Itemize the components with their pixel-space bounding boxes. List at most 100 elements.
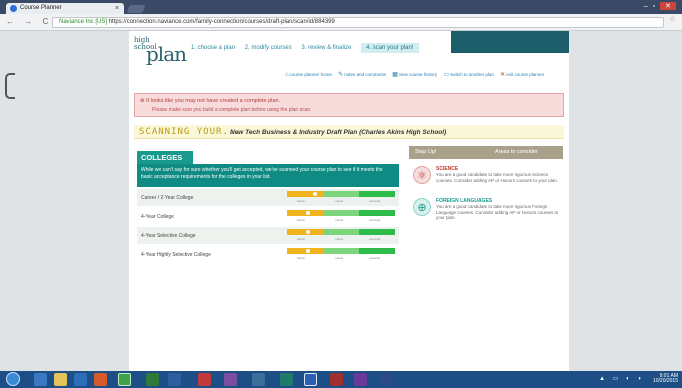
url-input[interactable]: Naviance Inc [US] https://connection.nav… <box>52 17 664 28</box>
college-name: 4-Year Highly Selective College <box>141 252 211 258</box>
scale-below-segment <box>287 210 323 216</box>
ie-taskbar-icon[interactable] <box>34 373 47 386</box>
notes-icon: ✎ <box>338 72 344 78</box>
link-exit[interactable]: ✕exit course planner <box>500 72 544 78</box>
scale-marker <box>306 211 310 215</box>
requirement-scale <box>287 229 395 235</box>
language-item: ⊕ FOREIGN LANGUAGES You are a good candi… <box>409 196 563 226</box>
start-button[interactable] <box>6 372 20 386</box>
planner-links: ⌂course planner home ✎notes and comments… <box>285 71 549 78</box>
requirement-scale <box>287 248 395 254</box>
minimize-icon[interactable]: – <box>644 3 653 10</box>
scale-label-meets: meets <box>335 237 344 241</box>
step-scan[interactable]: 4. scan your plan! <box>361 43 419 53</box>
network-taskbar-icon[interactable] <box>252 373 265 386</box>
scanning-label: SCANNING YOUR... <box>139 127 242 137</box>
alert-title: ⊗ It looks like you may not have created… <box>140 98 281 104</box>
system-tray-icons[interactable]: ▲ ▭ ◐ ◑ <box>599 375 644 382</box>
scale-marker <box>313 192 317 196</box>
outlook-taskbar-icon[interactable] <box>168 373 181 386</box>
step-choose[interactable]: 1. choose a plan <box>191 45 235 51</box>
close-window-icon[interactable]: ✕ <box>660 2 676 10</box>
scale-below-segment <box>287 191 323 197</box>
media-taskbar-icon[interactable] <box>94 373 107 386</box>
window-controls: –▫ ✕ <box>644 2 676 10</box>
scale-below-segment <box>287 248 323 254</box>
tab-close-icon[interactable]: × <box>115 3 119 14</box>
college-name: 4-Year College <box>141 214 174 220</box>
college-name: Career / 2-Year College <box>141 195 194 201</box>
tab-title: Course Planner <box>20 5 62 11</box>
side-bracket <box>5 73 15 99</box>
science-item: ⚛ SCIENCE You are a good candidate to ta… <box>409 164 563 194</box>
college-row: 4-Year Highly Selective College below meet… <box>137 246 399 263</box>
step-up-header: Step Up! Areas to consider <box>409 146 563 159</box>
access-taskbar-icon[interactable] <box>330 373 343 386</box>
nav-buttons[interactable]: ← → C <box>6 17 52 26</box>
folder-taskbar-icon[interactable] <box>54 373 67 386</box>
scale-exceeds-segment <box>359 248 395 254</box>
requirement-scale <box>287 210 395 216</box>
word-taskbar-icon[interactable] <box>304 373 317 386</box>
globe-icon: ⊕ <box>413 198 431 216</box>
scale-label-below: below <box>297 199 305 203</box>
bookmark-star-icon[interactable]: ☆ <box>669 14 676 23</box>
college-row: 4-Year Selective College below meets exceed… <box>137 227 399 244</box>
scale-below-segment <box>287 229 323 235</box>
scale-meets-segment <box>323 191 359 197</box>
scale-label-exceeds: exceeds <box>369 237 381 241</box>
link-notes[interactable]: ✎notes and comments <box>338 72 386 78</box>
browser-tabstrip: Course Planner × –▫ ✕ <box>0 0 682 14</box>
step-review[interactable]: 3. review & finalize <box>301 45 351 51</box>
step-up-label: Step Up! <box>415 149 437 155</box>
home-icon: ⌂ <box>285 72 289 78</box>
scale-marker <box>306 249 310 253</box>
scale-label-below: below <box>297 218 305 222</box>
chrome-taskbar-icon[interactable] <box>118 373 131 386</box>
media-player-taskbar-icon[interactable] <box>280 373 293 386</box>
link-history[interactable]: ▦view course history <box>392 72 437 78</box>
ps-taskbar-icon[interactable] <box>354 373 367 386</box>
history-icon: ▦ <box>392 72 398 78</box>
scale-label-below: below <box>297 237 305 241</box>
favicon-icon <box>10 5 17 12</box>
scale-meets-segment <box>323 248 359 254</box>
excel-taskbar-icon[interactable] <box>146 373 159 386</box>
scanned-plan-name: New Tech Business & Industry Draft Plan … <box>230 129 447 136</box>
scale-label-exceeds: exceeds <box>369 256 381 260</box>
switch-icon: ▭ <box>443 72 450 78</box>
colleges-panel: COLLEGES While we can't say for sure whe… <box>134 151 399 271</box>
clock-date: 10/20/2015 <box>652 378 678 384</box>
taskbar: ▲ ▭ ◐ ◑ 9:01 AM 10/20/2015 <box>0 371 682 388</box>
lock-label: Naviance Inc [US] <box>59 19 108 25</box>
link-switch[interactable]: ▭switch to another plan <box>443 72 493 78</box>
acrobat-taskbar-icon[interactable] <box>198 373 211 386</box>
scale-label-exceeds: exceeds <box>369 218 381 222</box>
extra-taskbar-icon[interactable] <box>380 373 393 386</box>
science-desc: You are a good candidate to take more ri… <box>436 172 558 183</box>
course-planner-page: high school plan 1. choose a plan 2. mod… <box>129 31 569 371</box>
new-tab-button[interactable] <box>126 5 146 13</box>
header-band <box>451 31 569 53</box>
maximize-icon[interactable]: ▫ <box>653 3 660 10</box>
browser-tab[interactable]: Course Planner × <box>6 3 124 14</box>
scale-label-meets: meets <box>335 256 344 260</box>
address-bar: ← → C Naviance Inc [US] https://connecti… <box>0 14 682 31</box>
browser-viewport: high school plan 1. choose a plan 2. mod… <box>0 31 682 371</box>
college-row: Career / 2-Year College below meets exceeds <box>137 189 399 206</box>
college-name: 4-Year Selective College <box>141 233 196 239</box>
requirement-scale <box>287 191 395 197</box>
link-home[interactable]: ⌂course planner home <box>285 72 332 78</box>
onenote-taskbar-icon[interactable] <box>224 373 237 386</box>
app-taskbar-icon[interactable] <box>74 373 87 386</box>
college-row: 4-Year College below meets exceeds <box>137 208 399 225</box>
colleges-intro: While we can't say for sure whether you'… <box>137 164 399 187</box>
clock[interactable]: 9:01 AM 10/20/2015 <box>653 374 678 384</box>
colleges-title: COLLEGES <box>137 151 193 164</box>
step-nav: 1. choose a plan 2. modify courses 3. re… <box>191 43 427 53</box>
scale-exceeds-segment <box>359 210 395 216</box>
logo-big-text: plan <box>146 42 187 66</box>
science-atom-icon: ⚛ <box>413 166 431 184</box>
scale-exceeds-segment <box>359 229 395 235</box>
step-modify[interactable]: 2. modify courses <box>245 45 292 51</box>
